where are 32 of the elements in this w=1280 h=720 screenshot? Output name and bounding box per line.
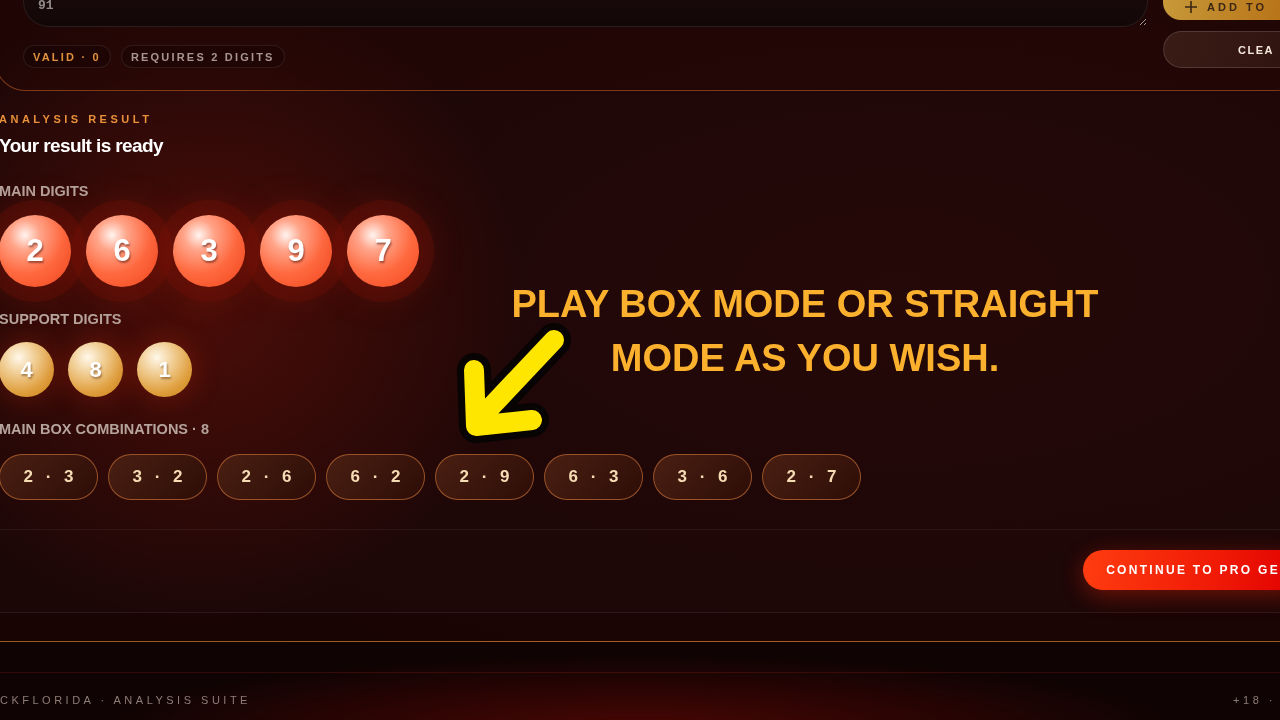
- main-digit-ball: 3: [173, 215, 245, 287]
- valid-count-chip: VALID · 0: [23, 45, 111, 68]
- result-title: Your result is ready: [0, 134, 165, 158]
- combination-pill: 2 · 9: [435, 454, 534, 500]
- add-button[interactable]: ADD TO: [1163, 0, 1280, 20]
- main-digit-ball: 6: [86, 215, 158, 287]
- section-label: SUPPORT DIGITS: [0, 311, 122, 327]
- continue-button[interactable]: CONTINUE TO PRO GE: [1083, 550, 1280, 590]
- plus-icon: [1185, 1, 1197, 13]
- main-digit-ball: 9: [260, 215, 332, 287]
- section-label: MAIN DIGITS: [0, 183, 89, 199]
- arrow-icon: [456, 322, 572, 444]
- digits-textarea[interactable]: 91: [23, 0, 1148, 27]
- combination-pill: 6 · 2: [326, 454, 425, 500]
- combination-pill: 2 · 7: [762, 454, 861, 500]
- combination-pill: 6 · 3: [544, 454, 643, 500]
- footer-brand: CKFLORIDA · ANALYSIS SUITE: [0, 693, 251, 707]
- support-digit-ball: 1: [137, 342, 192, 397]
- main-digit-ball: 7: [347, 215, 419, 287]
- footer-note: +18 ·: [1233, 693, 1276, 707]
- hint-chip: REQUIRES 2 DIGITS: [120, 45, 285, 68]
- combination-pill: 2 · 3: [0, 454, 98, 500]
- main-digit-ball: 2: [0, 215, 71, 287]
- section-label: MAIN BOX COMBINATIONS · 8: [0, 421, 209, 437]
- section-eyebrow: ANALYSIS RESULT: [0, 112, 154, 126]
- combination-pill: 2 · 6: [217, 454, 316, 500]
- clear-button[interactable]: CLEA: [1163, 31, 1280, 68]
- support-digit-ball: 8: [68, 342, 123, 397]
- combination-pill: 3 · 6: [653, 454, 752, 500]
- combination-pill: 3 · 2: [108, 454, 207, 500]
- support-digit-ball: 4: [0, 342, 54, 397]
- annotation-text: PLAY BOX MODE OR STRAIGHT MODE AS YOU WISH.: [510, 282, 1100, 381]
